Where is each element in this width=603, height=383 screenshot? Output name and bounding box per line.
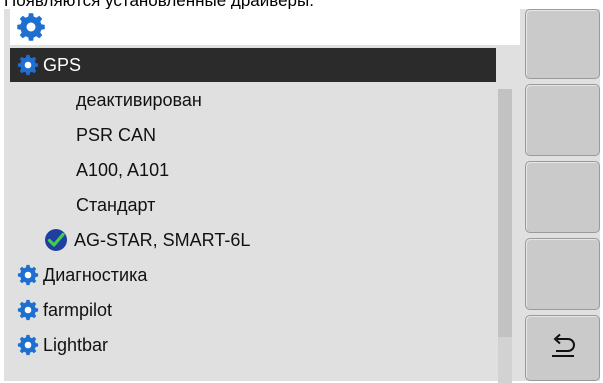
tree-item-label: Диагностика <box>43 264 148 285</box>
check-icon <box>44 228 68 252</box>
softkey-2[interactable] <box>525 84 600 156</box>
tree-item-a100-a101[interactable]: A100, A101 <box>10 153 169 187</box>
tree-item-ag-star[interactable]: AG-STAR, SMART-6L <box>10 223 250 257</box>
tree-item-deactivated[interactable]: деактивирован <box>10 83 202 117</box>
tree-item-label: A100, A101 <box>76 159 170 180</box>
tree-item-label: Lightbar <box>43 334 109 355</box>
tree-item-label: GPS <box>43 54 82 75</box>
gear-icon <box>17 334 39 356</box>
terminal-screen: GPS деактивирован PSR CAN A100, A101 Ста… <box>4 9 600 383</box>
gear-icon <box>17 299 39 321</box>
tree-item-lightbar[interactable]: Lightbar <box>10 328 108 362</box>
tree-item-label: деактивирован <box>76 89 202 110</box>
tree-item-farmpilot[interactable]: farmpilot <box>10 293 112 327</box>
tree-item-psr-can[interactable]: PSR CAN <box>10 118 156 152</box>
gear-icon <box>17 54 39 76</box>
gear-icon <box>16 12 46 47</box>
tree-item-diagnostics[interactable]: Диагностика <box>10 258 147 292</box>
tree-item-label: Стандарт <box>76 194 156 215</box>
back-arrow-icon <box>548 333 578 364</box>
tree-item-standard[interactable]: Стандарт <box>10 188 155 222</box>
driver-tree: GPS деактивирован PSR CAN A100, A101 Ста… <box>10 45 520 381</box>
tree-item-gps[interactable]: GPS <box>10 48 496 82</box>
gear-icon <box>17 264 39 286</box>
back-button[interactable] <box>525 315 600 381</box>
softkey-1[interactable] <box>525 9 600 79</box>
softkey-3[interactable] <box>525 161 600 233</box>
tree-item-label: PSR CAN <box>76 124 157 145</box>
scrollbar-thumb[interactable] <box>498 89 512 337</box>
menu-header <box>10 9 520 45</box>
tree-item-label: farmpilot <box>43 299 113 320</box>
softkey-4[interactable] <box>525 238 600 310</box>
tree-item-label: AG-STAR, SMART-6L <box>74 229 251 250</box>
